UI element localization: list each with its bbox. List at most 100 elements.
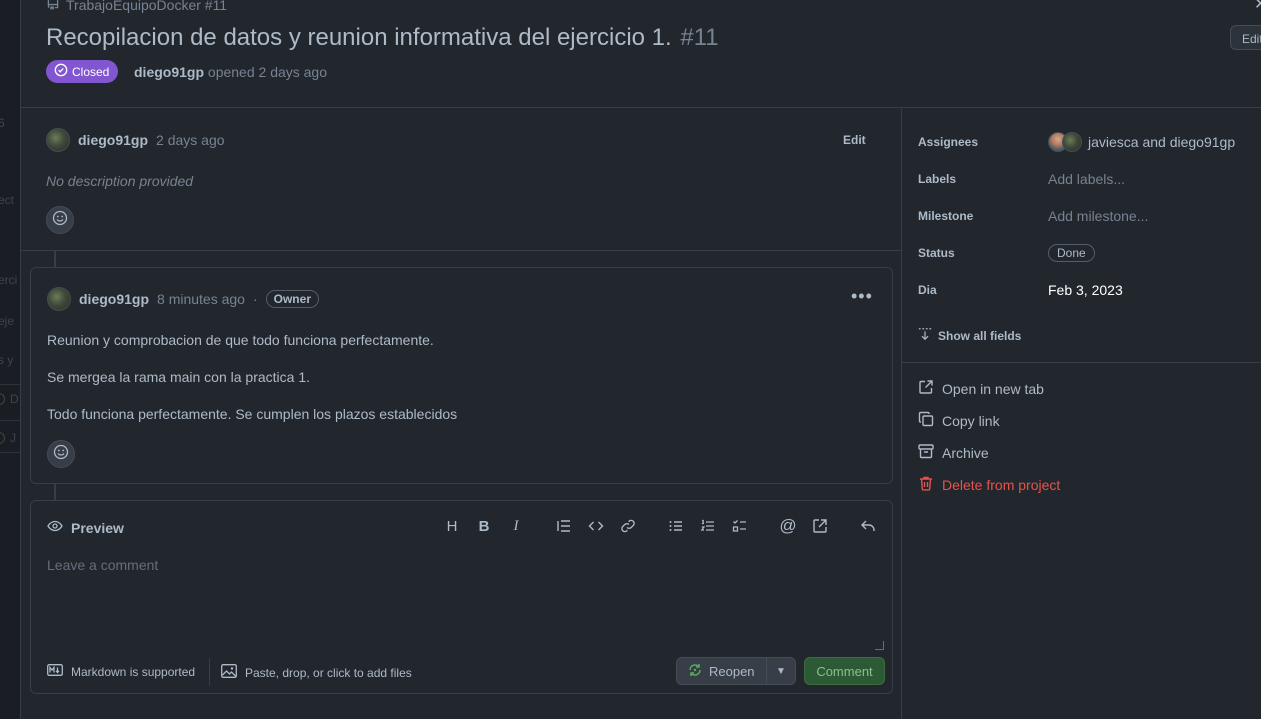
show-all-fields-button[interactable]: Show all fields — [918, 327, 1021, 344]
comment-header: diego91gp 8 minutes ago · Owner — [47, 287, 319, 311]
page-title: Recopilacion de datos y reunion informat… — [46, 24, 719, 52]
field-milestone[interactable]: Milestone Add milestone... — [918, 204, 1258, 228]
comment-card: diego91gp 8 minutes ago · Owner ••• Reun… — [30, 267, 893, 484]
code-icon[interactable] — [584, 514, 608, 538]
backdrop-page: 6 ect erci eje s y D J — [0, 0, 20, 719]
copy-link-button[interactable]: Copy link — [918, 411, 1000, 430]
repo-link[interactable]: TrabajoEquipoDocker #11 — [46, 0, 227, 13]
close-icon[interactable]: ✕ — [1254, 0, 1261, 14]
comment-paragraph: Se mergea la rama main con la practica 1… — [47, 369, 311, 385]
markdown-note[interactable]: Markdown is supported — [47, 664, 195, 679]
separator-dot: · — [252, 291, 258, 307]
edit-title-button[interactable]: Edit — [1230, 25, 1261, 50]
link-icon[interactable] — [616, 514, 640, 538]
author-link[interactable]: diego91gp — [79, 291, 149, 307]
open-in-new-tab-label: Open in new tab — [942, 380, 1044, 397]
check-circle-icon — [54, 63, 68, 80]
archive-icon — [918, 443, 934, 462]
field-assignees[interactable]: Assignees javiesca and diego91gp — [918, 130, 1258, 154]
unordered-list-icon[interactable] — [664, 514, 688, 538]
field-status[interactable]: Status Done — [918, 241, 1258, 265]
backdrop-fragment: s y — [0, 353, 14, 367]
timeline-line — [54, 251, 56, 267]
add-reaction-button[interactable] — [47, 440, 75, 468]
comment-input[interactable] — [47, 557, 885, 651]
field-label: Milestone — [918, 209, 974, 223]
repo-name: TrabajoEquipoDocker #11 — [66, 0, 228, 13]
status-pill: Done — [1048, 244, 1095, 262]
bold-icon[interactable]: B — [472, 514, 496, 538]
reply-icon[interactable] — [856, 514, 880, 538]
mention-icon[interactable]: @ — [776, 514, 800, 538]
divider — [902, 362, 1261, 363]
smiley-icon — [52, 210, 68, 231]
task-list-icon[interactable] — [728, 514, 752, 538]
external-link-icon — [918, 379, 934, 398]
add-reaction-button[interactable] — [46, 206, 74, 234]
backdrop-fragment: J — [10, 431, 16, 445]
copy-icon — [918, 411, 934, 430]
author-link[interactable]: diego91gp — [78, 132, 148, 148]
issue-number: #11 — [680, 24, 719, 51]
quote-icon[interactable] — [552, 514, 576, 538]
issue-meta: diego91gp opened 2 days ago — [134, 64, 327, 80]
resize-handle[interactable] — [875, 641, 884, 650]
issue-panel: TrabajoEquipoDocker #11 Recopilacion de … — [20, 0, 1261, 719]
divider — [209, 658, 210, 686]
reopen-button-group: Reopen ▼ — [676, 657, 796, 685]
markdown-note-label: Markdown is supported — [71, 664, 196, 679]
backdrop-divider — [0, 452, 20, 453]
delete-from-project-label: Delete from project — [942, 476, 1061, 493]
backdrop-fragment: eje — [0, 314, 15, 328]
backdrop-fragment: ect — [0, 193, 15, 207]
status-badge-label: Closed — [72, 64, 110, 79]
field-value: Feb 3, 2023 — [1048, 282, 1123, 298]
backdrop-divider — [0, 420, 20, 421]
open-in-new-tab-button[interactable]: Open in new tab — [918, 379, 1044, 398]
chevron-down-icon[interactable]: ▼ — [767, 658, 795, 684]
attach-files-button[interactable]: Paste, drop, or click to add files — [221, 664, 412, 681]
owner-badge: Owner — [265, 290, 319, 308]
backdrop-circle-icon — [0, 432, 5, 444]
description-body: No description provided — [46, 173, 194, 189]
backdrop-fragment: 6 — [0, 116, 5, 130]
attach-files-label: Paste, drop, or click to add files — [245, 665, 412, 680]
show-all-label: Show all fields — [938, 328, 1022, 343]
avatar — [1062, 132, 1082, 152]
avatar[interactable] — [46, 128, 70, 152]
status-badge: Closed — [46, 60, 119, 83]
cross-reference-icon[interactable] — [808, 514, 832, 538]
field-labels[interactable]: Labels Add labels... — [918, 167, 1258, 191]
italic-icon[interactable]: I — [504, 514, 528, 538]
issue-sidebar: Assignees javiesca and diego91gp Labels … — [901, 109, 1261, 719]
description-header: diego91gp 2 days ago — [46, 128, 225, 152]
comment-paragraph: Reunion y comprobacion de que todo funci… — [47, 332, 434, 348]
timestamp[interactable]: 2 days ago — [156, 132, 225, 148]
author-link[interactable]: diego91gp — [134, 64, 204, 80]
timestamp[interactable]: 8 minutes ago — [157, 291, 245, 307]
heading-icon[interactable]: H — [440, 514, 464, 538]
ordered-list-icon[interactable] — [696, 514, 720, 538]
trash-icon — [918, 475, 934, 494]
comment-button[interactable]: Comment — [804, 657, 885, 685]
opened-text: opened 2 days ago — [207, 64, 328, 80]
markdown-icon — [47, 664, 63, 679]
avatar[interactable] — [47, 287, 71, 311]
timeline-line — [54, 484, 56, 500]
comment-paragraph: Todo funciona perfectamente. Se cumplen … — [47, 406, 458, 422]
copy-link-label: Copy link — [942, 412, 1000, 429]
archive-button[interactable]: Archive — [918, 443, 989, 462]
reopen-button[interactable]: Reopen — [677, 658, 767, 684]
field-label: Labels — [918, 172, 957, 186]
issue-title: Recopilacion de datos y reunion informat… — [46, 24, 672, 51]
field-dia[interactable]: Dia Feb 3, 2023 — [918, 278, 1258, 302]
field-label: Dia — [918, 283, 937, 297]
delete-from-project-button[interactable]: Delete from project — [918, 475, 1060, 494]
backdrop-fragment: D — [10, 392, 19, 406]
kebab-menu-icon[interactable]: ••• — [851, 286, 873, 307]
repo-icon — [46, 0, 60, 13]
edit-description-button[interactable]: Edit — [843, 133, 866, 147]
field-label: Status — [918, 246, 955, 260]
reopen-icon — [687, 662, 703, 681]
backdrop-divider — [0, 384, 20, 385]
